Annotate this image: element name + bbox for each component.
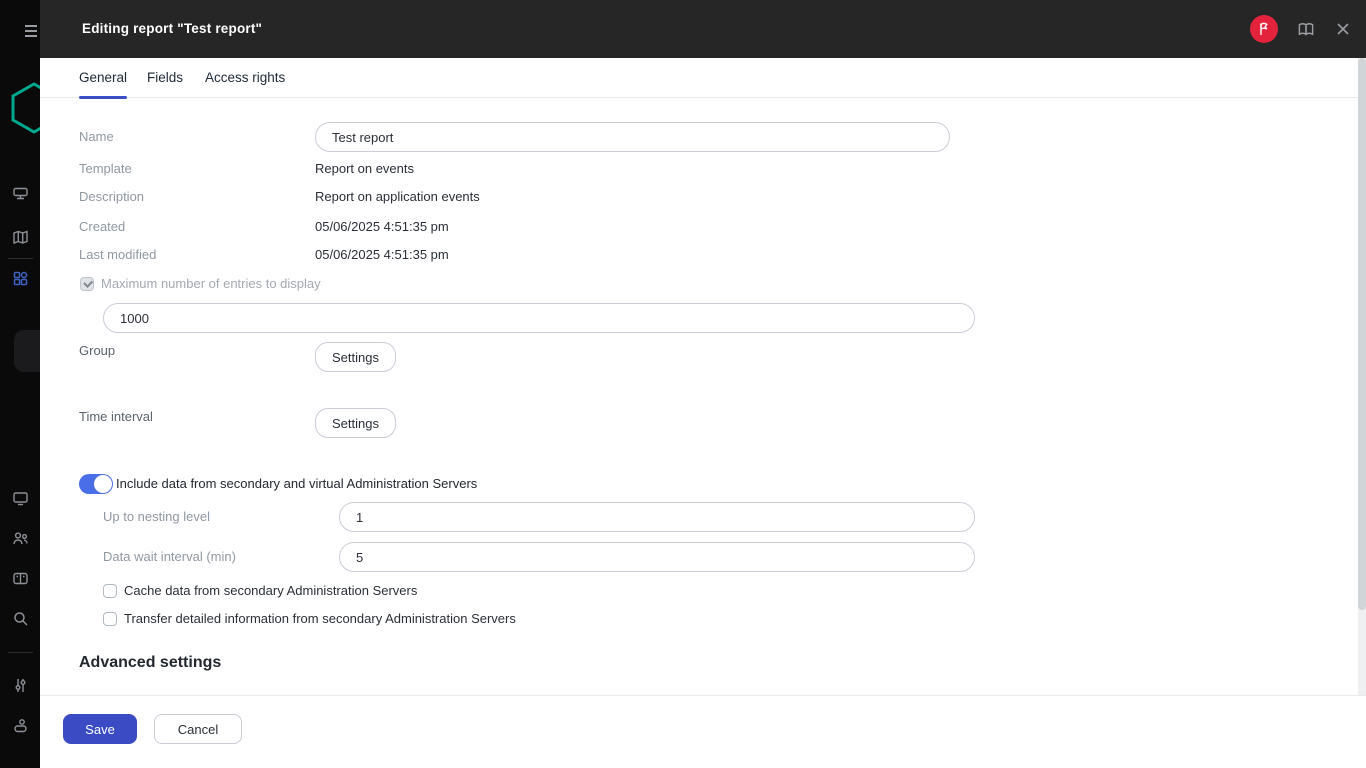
transfer-info-checkbox[interactable] bbox=[103, 612, 117, 626]
dialog-header: Editing report "Test report" bbox=[40, 0, 1366, 58]
last-modified-value: 05/06/2025 4:51:35 pm bbox=[315, 245, 449, 265]
devices-icon[interactable] bbox=[12, 185, 29, 202]
name-label: Name bbox=[79, 127, 114, 147]
close-icon[interactable] bbox=[1334, 20, 1352, 38]
last-modified-label: Last modified bbox=[79, 245, 156, 265]
flag-button[interactable] bbox=[1250, 15, 1278, 43]
dialog-footer: Save Cancel bbox=[40, 695, 1366, 768]
group-label: Group bbox=[79, 341, 115, 361]
transfer-info-label: Transfer detailed information from secon… bbox=[124, 609, 516, 629]
cache-data-label: Cache data from secondary Administration… bbox=[124, 581, 417, 601]
description-label: Description bbox=[79, 187, 144, 207]
account-icon[interactable] bbox=[12, 717, 29, 734]
nesting-level-input[interactable] bbox=[339, 502, 975, 532]
sidebar-divider bbox=[8, 652, 33, 653]
nesting-level-label: Up to nesting level bbox=[103, 507, 210, 527]
wait-interval-label: Data wait interval (min) bbox=[103, 547, 236, 567]
toggle-knob bbox=[94, 475, 112, 493]
search-icon[interactable] bbox=[12, 610, 29, 627]
cache-data-checkbox[interactable] bbox=[103, 584, 117, 598]
advanced-settings-heading: Advanced settings bbox=[79, 654, 221, 672]
created-label: Created bbox=[79, 217, 125, 237]
edit-report-dialog: Editing report "Test report" bbox=[40, 0, 1366, 768]
wait-interval-input[interactable] bbox=[339, 542, 975, 572]
kaspersky-logo bbox=[11, 82, 40, 134]
dialog-title: Editing report "Test report" bbox=[82, 21, 262, 36]
monitoring-icon[interactable] bbox=[12, 490, 29, 507]
sidebar-active-item-highlight bbox=[14, 330, 40, 372]
tab-access-rights[interactable]: Access rights bbox=[205, 58, 289, 98]
tab-bar: General Fields Access rights bbox=[40, 58, 1366, 98]
time-interval-label: Time interval bbox=[79, 407, 153, 427]
dialog-body: Name Template Report on events Descripti… bbox=[40, 98, 1358, 695]
tab-general[interactable]: General bbox=[79, 58, 127, 98]
sidebar-divider bbox=[8, 258, 33, 259]
apps-grid-icon[interactable] bbox=[12, 270, 29, 287]
left-nav-sidebar bbox=[0, 0, 40, 768]
created-value: 05/06/2025 4:51:35 pm bbox=[315, 217, 449, 237]
template-label: Template bbox=[79, 159, 132, 179]
servers-icon[interactable] bbox=[12, 570, 29, 587]
scrollbar-thumb[interactable] bbox=[1358, 58, 1366, 610]
save-button[interactable]: Save bbox=[63, 714, 137, 744]
cancel-button[interactable]: Cancel bbox=[154, 714, 242, 744]
book-icon[interactable] bbox=[1297, 20, 1315, 38]
include-secondary-label: Include data from secondary and virtual … bbox=[116, 474, 477, 494]
console-settings-icon[interactable] bbox=[12, 677, 29, 694]
users-icon[interactable] bbox=[12, 530, 29, 547]
menu-icon[interactable] bbox=[25, 25, 37, 38]
template-value: Report on events bbox=[315, 159, 414, 179]
name-input[interactable] bbox=[315, 122, 950, 152]
max-entries-input[interactable] bbox=[103, 303, 975, 333]
map-icon[interactable] bbox=[12, 229, 29, 246]
include-secondary-toggle[interactable] bbox=[79, 474, 113, 494]
tab-fields[interactable]: Fields bbox=[147, 58, 185, 98]
header-actions bbox=[1250, 0, 1352, 58]
scrollbar-track[interactable] bbox=[1358, 58, 1366, 695]
max-entries-label: Maximum number of entries to display bbox=[101, 274, 321, 294]
description-value: Report on application events bbox=[315, 187, 480, 207]
time-interval-settings-button[interactable]: Settings bbox=[315, 408, 396, 438]
flag-icon bbox=[1256, 21, 1272, 37]
max-entries-checkbox[interactable] bbox=[80, 277, 94, 291]
group-settings-button[interactable]: Settings bbox=[315, 342, 396, 372]
